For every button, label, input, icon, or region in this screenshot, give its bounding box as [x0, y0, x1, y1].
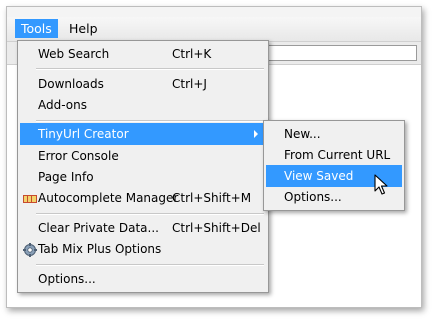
menu-separator	[36, 213, 264, 215]
menu-bar: Tools Help	[7, 17, 421, 42]
menu-item-web-search[interactable]: Web Search Ctrl+K	[20, 43, 266, 65]
submenu-item-new[interactable]: New...	[266, 123, 402, 145]
menu-item-label: Clear Private Data...	[38, 221, 159, 235]
menu-item-page-info[interactable]: Page Info	[20, 166, 266, 188]
menu-item-label: Autocomplete Manager	[38, 191, 179, 205]
menu-item-autocomplete-manager[interactable]: Autocomplete Manager Ctrl+Shift+M	[20, 187, 266, 209]
submenu-item-from-current-url[interactable]: From Current URL	[266, 144, 402, 166]
menu-item-tab-mix-plus-options[interactable]: Tab Mix Plus Options	[20, 238, 266, 260]
menu-item-clear-private-data[interactable]: Clear Private Data... Ctrl+Shift+Del	[20, 217, 266, 239]
menu-item-add-ons[interactable]: Add-ons	[20, 94, 266, 116]
autocomplete-manager-icon	[23, 191, 37, 205]
menu-tools[interactable]: Tools	[15, 19, 58, 38]
menu-item-label: Options...	[38, 272, 96, 286]
menu-separator	[36, 68, 264, 70]
menu-item-tinyurl-creator[interactable]: TinyUrl Creator	[20, 123, 266, 145]
shortcut-label: Ctrl+Shift+M	[172, 191, 252, 205]
menu-item-label: From Current URL	[284, 148, 391, 162]
menu-item-label: Web Search	[38, 47, 110, 61]
menu-item-label: Downloads	[38, 77, 104, 91]
menu-item-label: New...	[284, 127, 321, 141]
mouse-pointer-icon	[374, 174, 388, 199]
menu-separator	[36, 120, 264, 122]
tab-mix-plus-gear-icon	[23, 242, 37, 257]
menu-item-downloads[interactable]: Downloads Ctrl+J	[20, 73, 266, 95]
menu-item-label: View Saved	[284, 169, 354, 183]
menu-item-label: TinyUrl Creator	[38, 127, 129, 141]
menu-item-options[interactable]: Options...	[20, 268, 266, 290]
menu-item-label: Options...	[284, 190, 342, 204]
submenu-arrow-icon	[254, 130, 258, 138]
menu-separator	[36, 264, 264, 266]
menu-item-error-console[interactable]: Error Console	[20, 145, 266, 167]
menu-item-label: Tab Mix Plus Options	[38, 242, 162, 256]
shortcut-label: Ctrl+J	[172, 77, 207, 91]
menu-help[interactable]: Help	[63, 19, 104, 38]
shortcut-label: Ctrl+K	[172, 47, 212, 61]
menu-item-label: Error Console	[38, 149, 119, 163]
tools-menu: Web Search Ctrl+K Downloads Ctrl+J Add-o…	[17, 40, 269, 293]
menu-item-label: Add-ons	[38, 98, 87, 112]
menu-item-label: Page Info	[38, 170, 94, 184]
search-box[interactable]	[265, 45, 417, 61]
shortcut-label: Ctrl+Shift+Del	[172, 221, 261, 235]
